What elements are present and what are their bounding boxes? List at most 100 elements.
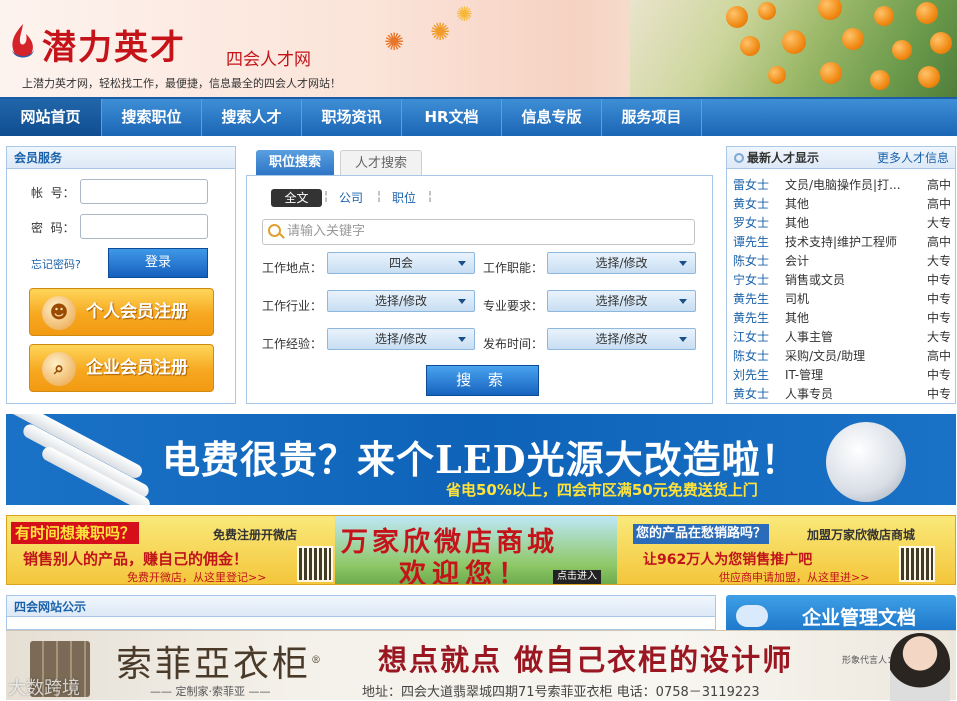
talent-name[interactable]: 罗女士 (733, 214, 769, 233)
tab-job-search[interactable]: 职位搜索 (256, 150, 334, 176)
talent-row[interactable]: 陈女士 会计 大专 (733, 252, 951, 271)
led-bulb-image (826, 422, 906, 502)
talent-name[interactable]: 陈女士 (733, 252, 769, 271)
talent-row[interactable]: 雷女士 文员/电脑操作员|打... 高中 (733, 176, 951, 195)
site-header: 潜力英才 四会人才网 上潜力英才网，轻松找工作，最便捷，信息最全的四会人才网站！… (0, 0, 957, 97)
talent-name[interactable]: 黄女士 (733, 195, 769, 214)
nav-search-talent[interactable]: 搜索人才 (202, 99, 302, 136)
spokesperson-photo (890, 633, 950, 701)
more-talent-link[interactable]: 更多人才信息 (877, 147, 949, 169)
talent-education: 中专 (926, 273, 951, 287)
chevron-down-icon (679, 337, 687, 342)
talent-name[interactable]: 黄先生 (733, 309, 769, 328)
location-select[interactable]: 四会 (327, 252, 475, 274)
parttime-title: 有时间想兼职吗？ (11, 522, 140, 544)
site-logo[interactable]: 潜力英才 (42, 20, 186, 69)
talent-row[interactable]: 黄先生 其他 中专 (733, 309, 951, 328)
latest-talent-header: 最新人才显示 更多人才信息 (727, 147, 955, 169)
company-register-button[interactable]: ⌕ 企业会员注册 (29, 344, 214, 392)
sofia-cabinet-banner[interactable]: 索菲亞衣柜® —— 定制家·索菲亚 —— 想点就点 做自己衣柜的设计师 地址：四… (6, 630, 956, 701)
login-button[interactable]: 登录 (108, 248, 208, 278)
nav-career-news[interactable]: 职场资讯 (302, 99, 402, 136)
tab-talent-search[interactable]: 人才搜索 (340, 150, 422, 176)
main-nav: 网站首页 搜索职位 搜索人才 职场资讯 HR文档 信息专版 服务项目 (0, 97, 957, 136)
search-type-company[interactable]: 公司 (339, 189, 363, 206)
enterprise-docs-button[interactable]: 企业管理文档 (726, 595, 956, 635)
watermark: 大数跨境 (8, 678, 80, 699)
talent-name[interactable]: 宁女士 (733, 271, 769, 290)
talent-name[interactable]: 谭先生 (733, 233, 769, 252)
nav-info-special[interactable]: 信息专版 (502, 99, 602, 136)
function-label: 工作职能： (483, 261, 544, 275)
open-shop-link[interactable]: 免费开微店，从这里登记>> (127, 569, 266, 584)
talent-row[interactable]: 陈女士 采购/文员/助理 高中 (733, 347, 951, 366)
industry-select[interactable]: 选择/修改 (327, 290, 475, 312)
talent-name[interactable]: 陈女士 (733, 347, 769, 366)
nav-services[interactable]: 服务项目 (602, 99, 702, 136)
chevron-down-icon (679, 261, 687, 266)
nav-search-jobs[interactable]: 搜索职位 (102, 99, 202, 136)
talent-name[interactable]: 黄先生 (733, 290, 769, 309)
talent-row[interactable]: 刘先生 IT-管理 中专 (733, 366, 951, 385)
talent-name[interactable]: 刘先生 (733, 366, 769, 385)
talent-row[interactable]: 黄先生 司机 中专 (733, 290, 951, 309)
free-register-text: 免费注册开微店 (213, 528, 298, 542)
password-input[interactable] (80, 214, 208, 239)
latest-talent-title: 最新人才显示 (747, 151, 820, 165)
search-type-job[interactable]: 职位 (392, 189, 416, 206)
cloud-icon (736, 605, 768, 627)
talent-education: 中专 (926, 292, 951, 306)
promotion-text: 让962万人为您销售推广吧 (643, 552, 813, 568)
talent-education: 高中 (926, 178, 951, 192)
account-input[interactable] (80, 179, 208, 204)
maple-leaf-icon: ✺ (430, 18, 451, 46)
talent-job: 人事主管 (785, 330, 834, 344)
supplier-apply-link[interactable]: 供应商申请加盟，从这里进>> (719, 569, 869, 584)
led-ad-banner[interactable]: 电费很贵？来个LED光源大改造啦！ 省电50%以上，四会市区满50元免费送货上门 (6, 414, 956, 505)
talent-job: 技术支持|维护工程师 (785, 235, 898, 249)
magnifier-icon: ⌕ (42, 352, 76, 386)
published-select[interactable]: 选择/修改 (547, 328, 696, 350)
talent-education: 大专 (926, 254, 951, 268)
talent-education: 中专 (926, 368, 951, 382)
password-label: 密 码： (31, 221, 75, 235)
talent-row[interactable]: 谭先生 技术支持|维护工程师 高中 (733, 233, 951, 252)
talent-row[interactable]: 黄女士 人事专员 中专 (733, 385, 951, 404)
experience-label: 工作经验： (262, 337, 323, 351)
divider: ¦ (324, 189, 329, 203)
nav-hr-docs[interactable]: HR文档 (402, 99, 502, 136)
function-select[interactable]: 选择/修改 (547, 252, 696, 274)
nav-home[interactable]: 网站首页 (0, 99, 102, 136)
personal-register-button[interactable]: ☻ 个人会员注册 (29, 288, 214, 336)
talent-job: 采购/文员/助理 (785, 349, 866, 363)
keyword-placeholder: 请输入关键字 (287, 224, 366, 239)
search-icon (268, 224, 281, 237)
search-type-all[interactable]: 全文 (271, 189, 322, 207)
major-select[interactable]: 选择/修改 (547, 290, 696, 312)
talent-row[interactable]: 宁女士 销售或文员 中专 (733, 271, 951, 290)
major-label: 专业要求： (483, 299, 544, 313)
talent-name[interactable]: 雷女士 (733, 176, 769, 195)
experience-select[interactable]: 选择/修改 (327, 328, 475, 350)
wanjiaxin-shop-banner[interactable]: 有时间想兼职吗？ 免费注册开微店 销售别人的产品，赚自己的佣金！ 免费开微店，从… (6, 515, 956, 585)
logo-flame-icon (12, 24, 34, 58)
talent-row[interactable]: 江女士 人事主管 大专 (733, 328, 951, 347)
talent-row[interactable]: 黄女士 其他 高中 (733, 195, 951, 214)
divider: ¦ (377, 189, 382, 203)
talent-row[interactable]: 罗女士 其他 大专 (733, 214, 951, 233)
talent-job: 人事专员 (785, 387, 834, 401)
keyword-input[interactable]: 请输入关键字 (262, 219, 695, 245)
sofia-address: 地址：四会大道翡翠城四期71号索菲亚衣柜 电话：0758－3119223 (362, 685, 760, 700)
chevron-down-icon (458, 299, 466, 304)
shop-welcome: 欢迎您！ (399, 559, 531, 585)
qr-code-icon (899, 546, 935, 582)
experience-value: 选择/修改 (374, 332, 428, 346)
talent-name[interactable]: 江女士 (733, 328, 769, 347)
enter-shop-button[interactable]: 点击进入 (553, 570, 601, 584)
talent-name[interactable]: 黄女士 (733, 385, 769, 404)
forgot-password-link[interactable]: 忘记密码? (31, 256, 81, 272)
site-subtitle: 四会人才网 (226, 50, 311, 70)
search-button[interactable]: 搜 索 (426, 365, 539, 396)
talent-education: 高中 (926, 235, 951, 249)
latest-talent-panel: 最新人才显示 更多人才信息 雷女士 文员/电脑操作员|打... 高中 黄女士 其他 高中… (726, 146, 956, 404)
